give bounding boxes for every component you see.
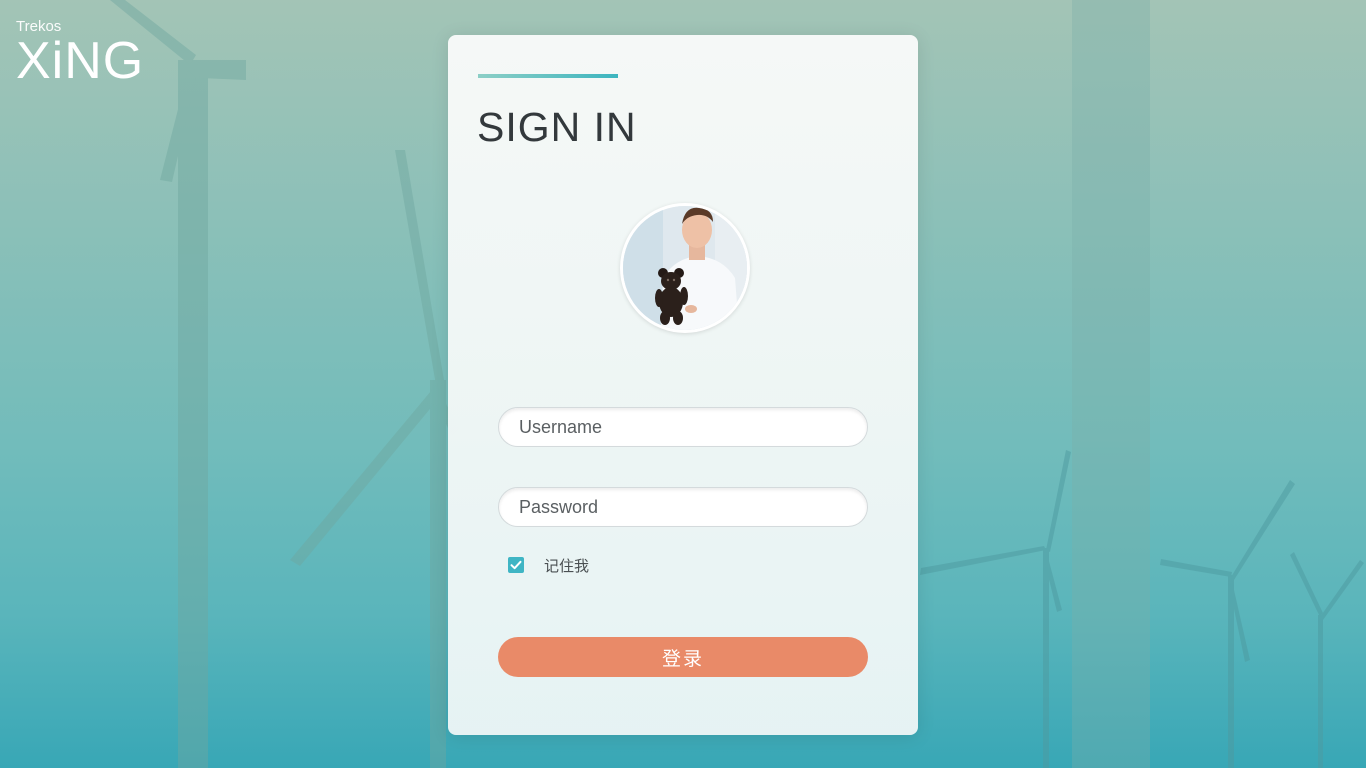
username-input[interactable] [499,408,867,446]
password-input[interactable] [499,488,867,526]
remember-me[interactable]: 记住我 [508,556,590,575]
user-avatar [620,203,750,333]
page-title: SIGN IN [477,104,637,150]
remember-checkbox[interactable] [508,557,524,573]
remember-label: 记住我 [544,556,590,575]
title-accent-line [478,74,618,78]
checkmark-icon [510,560,522,570]
password-field[interactable] [498,487,868,527]
login-card: SIGN IN Username 记住我 登录 [448,35,918,735]
login-button[interactable]: 登录 [498,637,868,677]
brand-logo: Trekos XiNG [16,18,144,88]
user-avatar-photo-icon [623,206,747,330]
brand-subtitle: Trekos [16,18,62,35]
username-field[interactable] [498,407,868,447]
brand-name: XiNG [16,32,145,90]
